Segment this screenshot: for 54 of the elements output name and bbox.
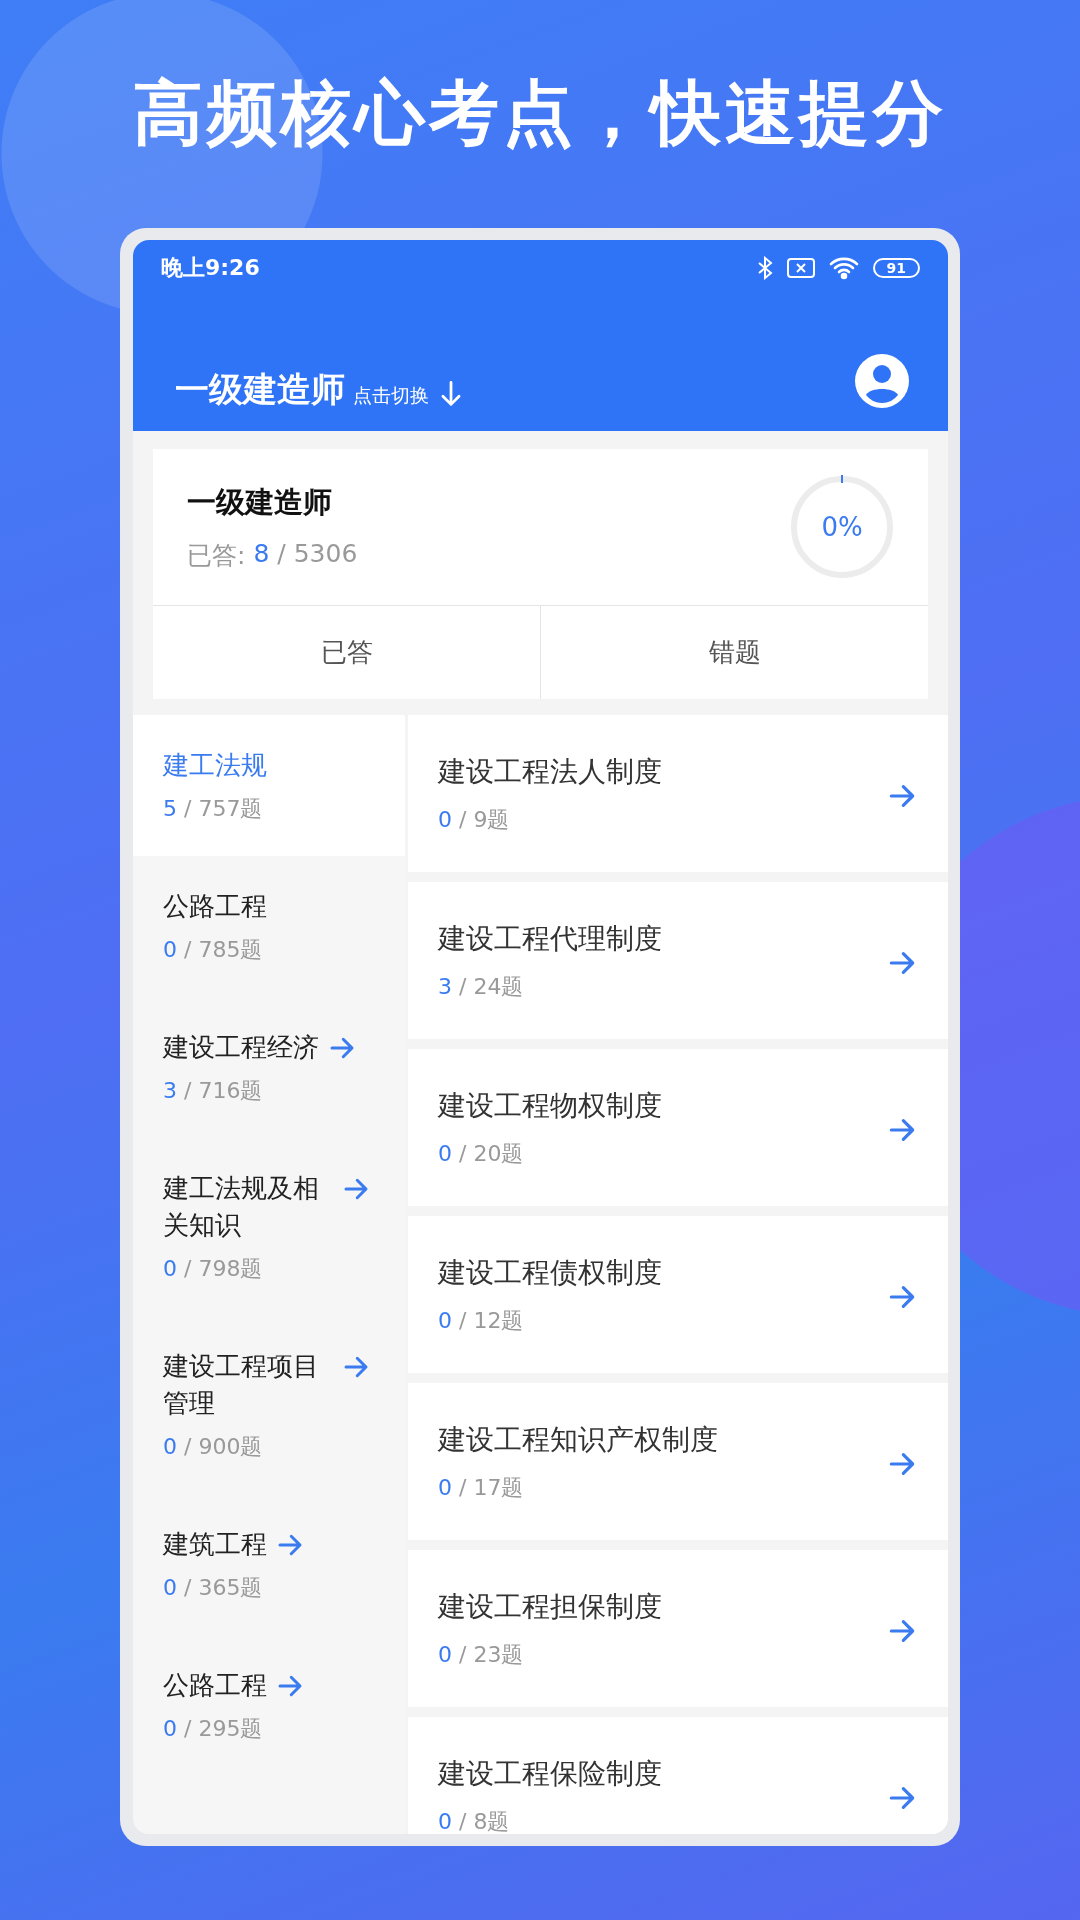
- category-item[interactable]: 公路工程 0 / 295题: [133, 1635, 405, 1776]
- chapter-card[interactable]: 建设工程物权制度 0 / 20题: [408, 1049, 948, 1206]
- chapter-card[interactable]: 建设工程代理制度 3 / 24题: [408, 882, 948, 1039]
- chapter-title: 建设工程代理制度: [438, 920, 662, 957]
- category-item[interactable]: 建工法规 5 / 757题: [133, 715, 405, 856]
- chapter-card[interactable]: 建设工程知识产权制度 0 / 17题: [408, 1383, 948, 1540]
- question-count: 5 / 757题: [163, 795, 264, 823]
- question-count: 0 / 17题: [438, 1473, 525, 1502]
- question-count: 3 / 716题: [163, 1077, 264, 1105]
- category-title: 建工法规: [163, 749, 267, 782]
- exam-title: 一级建造师: [175, 369, 345, 409]
- category-title: 公路工程: [163, 1669, 267, 1702]
- chapter-card[interactable]: 建设工程法人制度 0 / 9题: [408, 715, 948, 872]
- question-count: 0 / 798题: [163, 1255, 264, 1283]
- question-count: 0 / 23题: [438, 1640, 525, 1669]
- category-title: 建设工程项目管理: [163, 1350, 320, 1420]
- chapter-card[interactable]: 建设工程担保制度 0 / 23题: [408, 1550, 948, 1707]
- headline: 高频核心考点，快速提分: [133, 71, 947, 156]
- progress-reading: 0%: [821, 512, 863, 542]
- chapter-title: 建设工程保险制度: [438, 1755, 662, 1792]
- question-count: 3 / 24题: [438, 972, 525, 1001]
- bluetooth-icon: [756, 256, 773, 280]
- chapter-title: 建设工程知识产权制度: [438, 1421, 718, 1458]
- chapter-title: 建设工程物权制度: [438, 1087, 662, 1124]
- status-time: 晚上9:26: [161, 254, 260, 282]
- chapter-title: 建设工程担保制度: [438, 1588, 662, 1625]
- question-count: 0 / 8题: [438, 1807, 511, 1834]
- switch-link[interactable]: 点击切换: [353, 381, 429, 409]
- question-count: 0 / 900题: [163, 1433, 264, 1461]
- category-item[interactable]: 建工法规及相关知识 0 / 798题: [133, 1138, 405, 1316]
- answered-stat: 已答: 8 / 5306: [187, 538, 358, 572]
- wifi-icon: [828, 256, 859, 280]
- chapter-title: 建设工程债权制度: [438, 1254, 662, 1291]
- question-count: 0 / 9题: [438, 805, 511, 834]
- category-title: 公路工程: [163, 890, 267, 923]
- category-title: 建筑工程: [163, 1528, 267, 1561]
- category-title: 建工法规及相关知识: [163, 1172, 320, 1242]
- question-count: 0 / 12题: [438, 1306, 525, 1335]
- user-avatar-icon[interactable]: [854, 353, 910, 409]
- battery-indicator: 91: [872, 258, 920, 278]
- question-count: 0 / 365题: [163, 1574, 264, 1602]
- chapter-title: 建设工程法人制度: [438, 753, 662, 790]
- chapter-card[interactable]: 建设工程保险制度 0 / 8题: [408, 1717, 948, 1834]
- category-item[interactable]: 公路工程 0 / 785题: [133, 856, 405, 997]
- chapter-card[interactable]: 建设工程债权制度 0 / 12题: [408, 1216, 948, 1373]
- category-title: 建设工程经济: [163, 1031, 319, 1064]
- question-count: 0 / 20题: [438, 1139, 525, 1168]
- summary-title: 一级建造师: [187, 483, 333, 521]
- category-item[interactable]: 建设工程项目管理 0 / 900题: [133, 1316, 405, 1494]
- category-item[interactable]: 建设工程经济 3 / 716题: [133, 997, 405, 1138]
- category-item[interactable]: 建筑工程 0 / 365题: [133, 1494, 405, 1635]
- question-count: 0 / 785题: [163, 936, 264, 964]
- sim-card-icon: [786, 257, 815, 279]
- question-count: 0 / 295题: [163, 1715, 264, 1743]
